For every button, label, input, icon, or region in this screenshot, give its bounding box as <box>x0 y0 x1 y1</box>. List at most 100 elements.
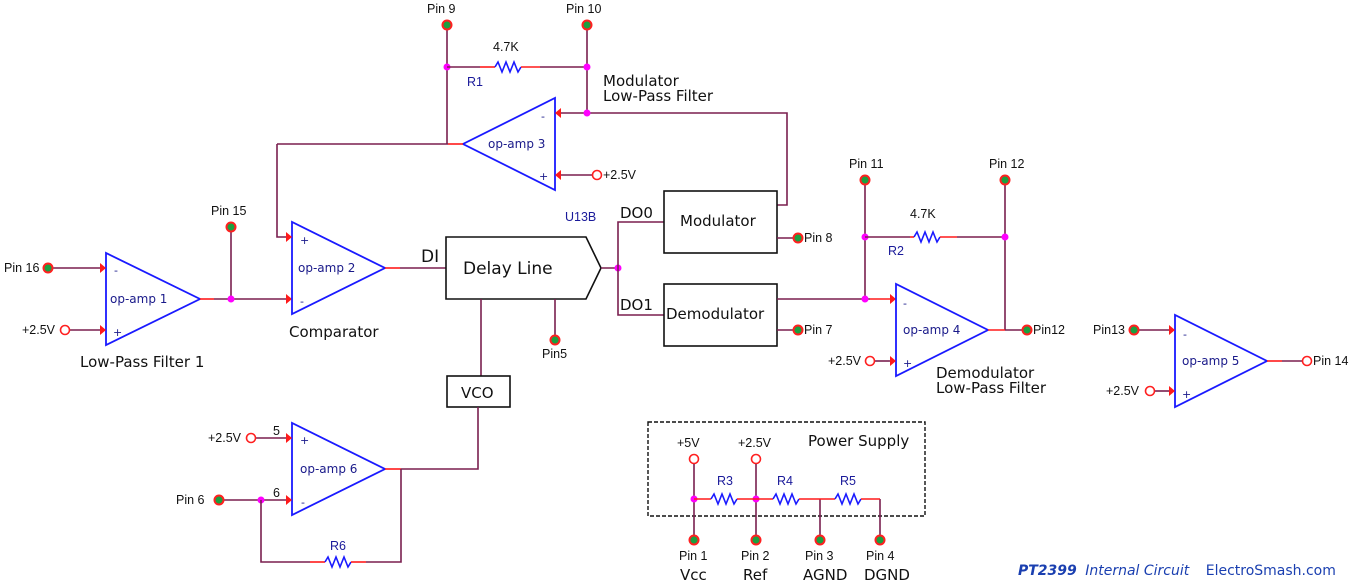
low-pass-filter-1-caption: Low-Pass Filter 1 <box>80 353 204 371</box>
junction-dot <box>583 109 591 117</box>
pin-16-label: Pin 16 <box>4 261 39 275</box>
opamp-5: op-amp 5 - + <box>1174 313 1270 409</box>
junction-dot <box>583 63 591 71</box>
modulator-label: Modulator <box>680 212 757 230</box>
pin-15-terminal[interactable] <box>225 221 237 233</box>
r2-value: 4.7K <box>910 207 936 221</box>
supply-ref-terminal[interactable] <box>750 453 762 465</box>
delay-line-label: Delay Line <box>463 259 553 279</box>
pin-11-terminal[interactable] <box>859 174 871 186</box>
pin-4-label: Pin 4 <box>866 549 895 563</box>
signal-di-label: DI <box>421 247 439 267</box>
opamp-6-label: op-amp 6 <box>300 462 357 476</box>
resistor-r1-icon <box>494 59 522 75</box>
supply-2v5-terminal[interactable] <box>591 169 603 181</box>
pin-6-terminal[interactable] <box>213 494 225 506</box>
pin-7-terminal[interactable] <box>792 324 804 336</box>
opamp-4-label: op-amp 4 <box>903 323 960 337</box>
r3-label: R3 <box>717 474 733 488</box>
r6-label: R6 <box>330 539 346 553</box>
opamp-4-minus: - <box>903 297 907 310</box>
pin-13-label: Pin13 <box>1093 323 1125 337</box>
opamp-6-plus: + <box>300 434 309 447</box>
demodulator-label: Demodulator <box>666 305 765 323</box>
pin-4-terminal[interactable] <box>874 534 886 546</box>
pin-9-terminal[interactable] <box>441 19 453 31</box>
resistor-r2-icon <box>913 229 941 245</box>
vco-block: VCO <box>446 375 511 408</box>
supply-2v5-terminal[interactable] <box>245 432 257 444</box>
pin-12-out-label: Pin12 <box>1033 323 1065 337</box>
opamp-6-minus: - <box>301 496 305 509</box>
pin-11-label: Pin 11 <box>849 157 884 171</box>
r1-label: R1 <box>467 75 483 89</box>
opamp-6: op-amp 6 + - <box>291 421 388 517</box>
opamp-1: op-amp 1 - + <box>105 251 203 347</box>
r5-label: R5 <box>840 474 856 488</box>
pin-1-name: Vcc <box>680 566 707 584</box>
opamp-3-minus: - <box>541 110 545 123</box>
opamp-3: op-amp 3 - + <box>460 96 556 192</box>
opamp-2-plus: + <box>300 234 309 247</box>
supply-2v5-terminal[interactable] <box>864 355 876 367</box>
input-5-label: 5 <box>273 424 280 438</box>
pin-10-terminal[interactable] <box>581 19 593 31</box>
pin-8-terminal[interactable] <box>792 232 804 244</box>
pin-14-label: Pin 14 <box>1313 354 1348 368</box>
pin-12-terminal[interactable] <box>999 174 1011 186</box>
opamp-1-label: op-amp 1 <box>110 292 167 306</box>
site-link[interactable]: ElectroSmash.com <box>1206 563 1336 579</box>
pin-3-name: AGND <box>803 566 847 584</box>
supply-2v5-terminal[interactable] <box>1144 385 1156 397</box>
pin-6-label: Pin 6 <box>176 493 205 507</box>
opamp-3-label: op-amp 3 <box>488 137 545 151</box>
supply-5v-terminal[interactable] <box>688 453 700 465</box>
modulator-lpf-caption-2: Low-Pass Filter <box>603 87 714 105</box>
signal-do1-label: DO1 <box>620 296 653 314</box>
footer-title: PT2399 Internal Circuit ElectroSmash.com <box>1018 563 1336 579</box>
pt2399-schematic: op-amp 1 - + Low-Pass Filter 1 Pin 16 +2… <box>4 2 1348 584</box>
vco-label: VCO <box>461 384 494 402</box>
pin-12-label: Pin 12 <box>989 157 1024 171</box>
modulator-block: Modulator <box>663 190 778 254</box>
power-supply-label: Power Supply <box>808 432 909 450</box>
supply-2v5-label: +2.5V <box>22 323 56 337</box>
pin-2-name: Ref <box>743 566 768 584</box>
junction-dot <box>1001 233 1009 241</box>
pin-3-terminal[interactable] <box>814 534 826 546</box>
pin-3-label: Pin 3 <box>805 549 834 563</box>
opamp-5-minus: - <box>1183 328 1187 341</box>
pin-12-out-terminal[interactable] <box>1021 324 1033 336</box>
supply-2v5-label: +2.5V <box>1106 384 1140 398</box>
opamp-4-plus: + <box>903 357 912 370</box>
pin-16-terminal[interactable] <box>42 262 54 274</box>
pin-2-terminal[interactable] <box>750 534 762 546</box>
pin-5-terminal[interactable] <box>549 334 561 346</box>
pin-13-terminal[interactable] <box>1128 324 1140 336</box>
pin-14-terminal[interactable] <box>1301 355 1313 367</box>
chip-name: PT2399 <box>1018 563 1077 579</box>
demodulator-block: Demodulator <box>663 283 778 347</box>
resistor-r6-icon <box>324 554 352 570</box>
input-6-label: 6 <box>273 486 280 500</box>
supply-2v5-terminal[interactable] <box>59 324 71 336</box>
resistor-r5-icon <box>834 491 862 507</box>
pin-9-label: Pin 9 <box>427 2 456 16</box>
pin-1-terminal[interactable] <box>688 534 700 546</box>
supply-2v5-label: +2.5V <box>208 431 242 445</box>
pin-4-name: DGND <box>864 566 910 584</box>
pin-2-label: Pin 2 <box>741 549 770 563</box>
opamp-3-plus: + <box>539 170 548 183</box>
opamp-1-minus: - <box>114 264 118 277</box>
opamp-2-minus: - <box>300 295 304 308</box>
resistor-r4-icon <box>772 491 800 507</box>
junction-dot <box>861 295 869 303</box>
unit-u13b-label: U13B <box>565 210 596 224</box>
demodulator-lpf-caption-2: Low-Pass Filter <box>936 379 1047 397</box>
supply-ref-2v5-label: +2.5V <box>738 436 772 450</box>
delay-line-block: Delay Line <box>445 236 602 300</box>
opamp-1-plus: + <box>113 326 122 339</box>
r2-label: R2 <box>888 244 904 258</box>
resistor-r3-icon <box>710 491 738 507</box>
opamp-4: op-amp 4 - + <box>895 282 991 378</box>
